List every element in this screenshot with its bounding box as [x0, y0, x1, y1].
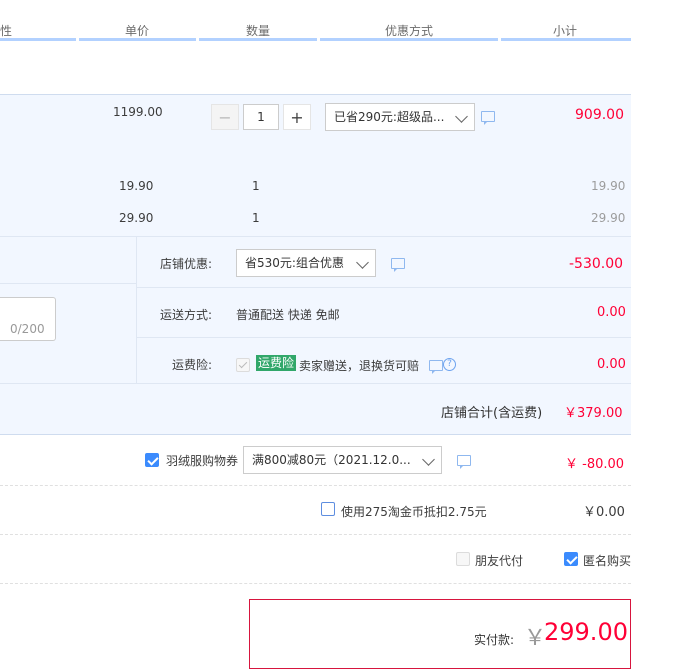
item1-subtotal: 909.00	[575, 107, 624, 123]
decrease-button[interactable]: −	[211, 104, 239, 130]
shop-total-label: 店铺合计(含运费)	[441, 406, 543, 421]
taojinbi-amount: ￥0.00	[583, 505, 625, 520]
shop-promo-label: 店铺优惠:	[160, 257, 213, 271]
header-attr: 性	[0, 24, 13, 38]
item1-price: 1199.00	[113, 105, 163, 119]
shipping-value: 普通配送 快递 免邮	[236, 308, 340, 322]
coupon-value: 满800减80元（2021.12.0...	[252, 453, 411, 467]
quantity-stepper[interactable]: − 1 +	[211, 104, 311, 130]
item2-price: 19.90	[119, 179, 154, 193]
shipping-amount: 0.00	[597, 305, 626, 320]
pay-label: 实付款:	[474, 633, 515, 647]
item1-discount-value: 已省290元:超级品...	[334, 110, 445, 124]
insurance-label: 运费险:	[172, 358, 213, 372]
message-icon[interactable]	[391, 258, 405, 272]
chevron-down-icon	[422, 453, 435, 466]
header-subtotal: 小计	[553, 24, 578, 38]
quantity-input[interactable]: 1	[243, 104, 279, 130]
header-price: 单价	[125, 24, 150, 38]
shop-total-amount: ￥379.00	[564, 406, 623, 421]
order-table-header: 性 单价 数量 优惠方式 小计	[0, 0, 631, 41]
item2-subtotal: 19.90	[591, 179, 626, 193]
item3-qty: 1	[252, 211, 260, 225]
header-qty: 数量	[246, 24, 271, 38]
taojinbi-checkbox[interactable]	[321, 502, 335, 516]
chevron-down-icon	[356, 256, 369, 269]
item1-discount-select[interactable]: 已省290元:超级品...	[325, 103, 475, 131]
coupon-label: 羽绒服购物券	[166, 454, 239, 468]
coupon-amount: ￥ -80.00	[565, 457, 625, 472]
insurance-checkbox	[236, 358, 250, 372]
message-icon[interactable]	[457, 455, 471, 469]
memo-counter: 0/200	[10, 322, 45, 336]
pay-summary-box: 实付款: ￥ 299.00	[249, 599, 631, 669]
shipping-label: 运送方式:	[160, 308, 213, 322]
coupon-select[interactable]: 满800减80元（2021.12.0...	[243, 446, 442, 474]
message-icon[interactable]	[429, 360, 443, 374]
shop-promo-select[interactable]: 省530元:组合优惠	[236, 249, 376, 277]
shop-promo-value: 省530元:组合优惠	[245, 256, 344, 270]
anonymous-checkbox[interactable]	[564, 552, 578, 566]
memo-textarea[interactable]: 0/200	[0, 297, 56, 341]
anonymous-label: 匿名购买	[583, 554, 631, 568]
pay-currency: ￥	[524, 626, 547, 651]
header-discount: 优惠方式	[385, 24, 434, 38]
question-icon[interactable]: ?	[443, 358, 456, 371]
item2-qty: 1	[252, 179, 260, 193]
coupon-checkbox[interactable]	[145, 453, 159, 467]
items-band	[0, 94, 631, 236]
friend-pay-label: 朋友代付	[475, 554, 524, 568]
insurance-amount: 0.00	[597, 357, 626, 372]
increase-button[interactable]: +	[283, 104, 311, 130]
insurance-desc: 卖家赠送，退换货可赔	[299, 359, 420, 373]
message-icon[interactable]	[481, 111, 495, 125]
item3-price: 29.90	[119, 211, 154, 225]
shop-promo-amount: -530.00	[569, 256, 624, 272]
item3-subtotal: 29.90	[591, 211, 626, 225]
pay-amount: 299.00	[544, 618, 628, 646]
friend-pay-checkbox[interactable]	[456, 552, 470, 566]
chevron-down-icon	[455, 110, 468, 123]
taojinbi-label: 使用275淘金币抵扣2.75元	[341, 505, 487, 519]
insurance-badge: 运费险	[256, 355, 297, 371]
